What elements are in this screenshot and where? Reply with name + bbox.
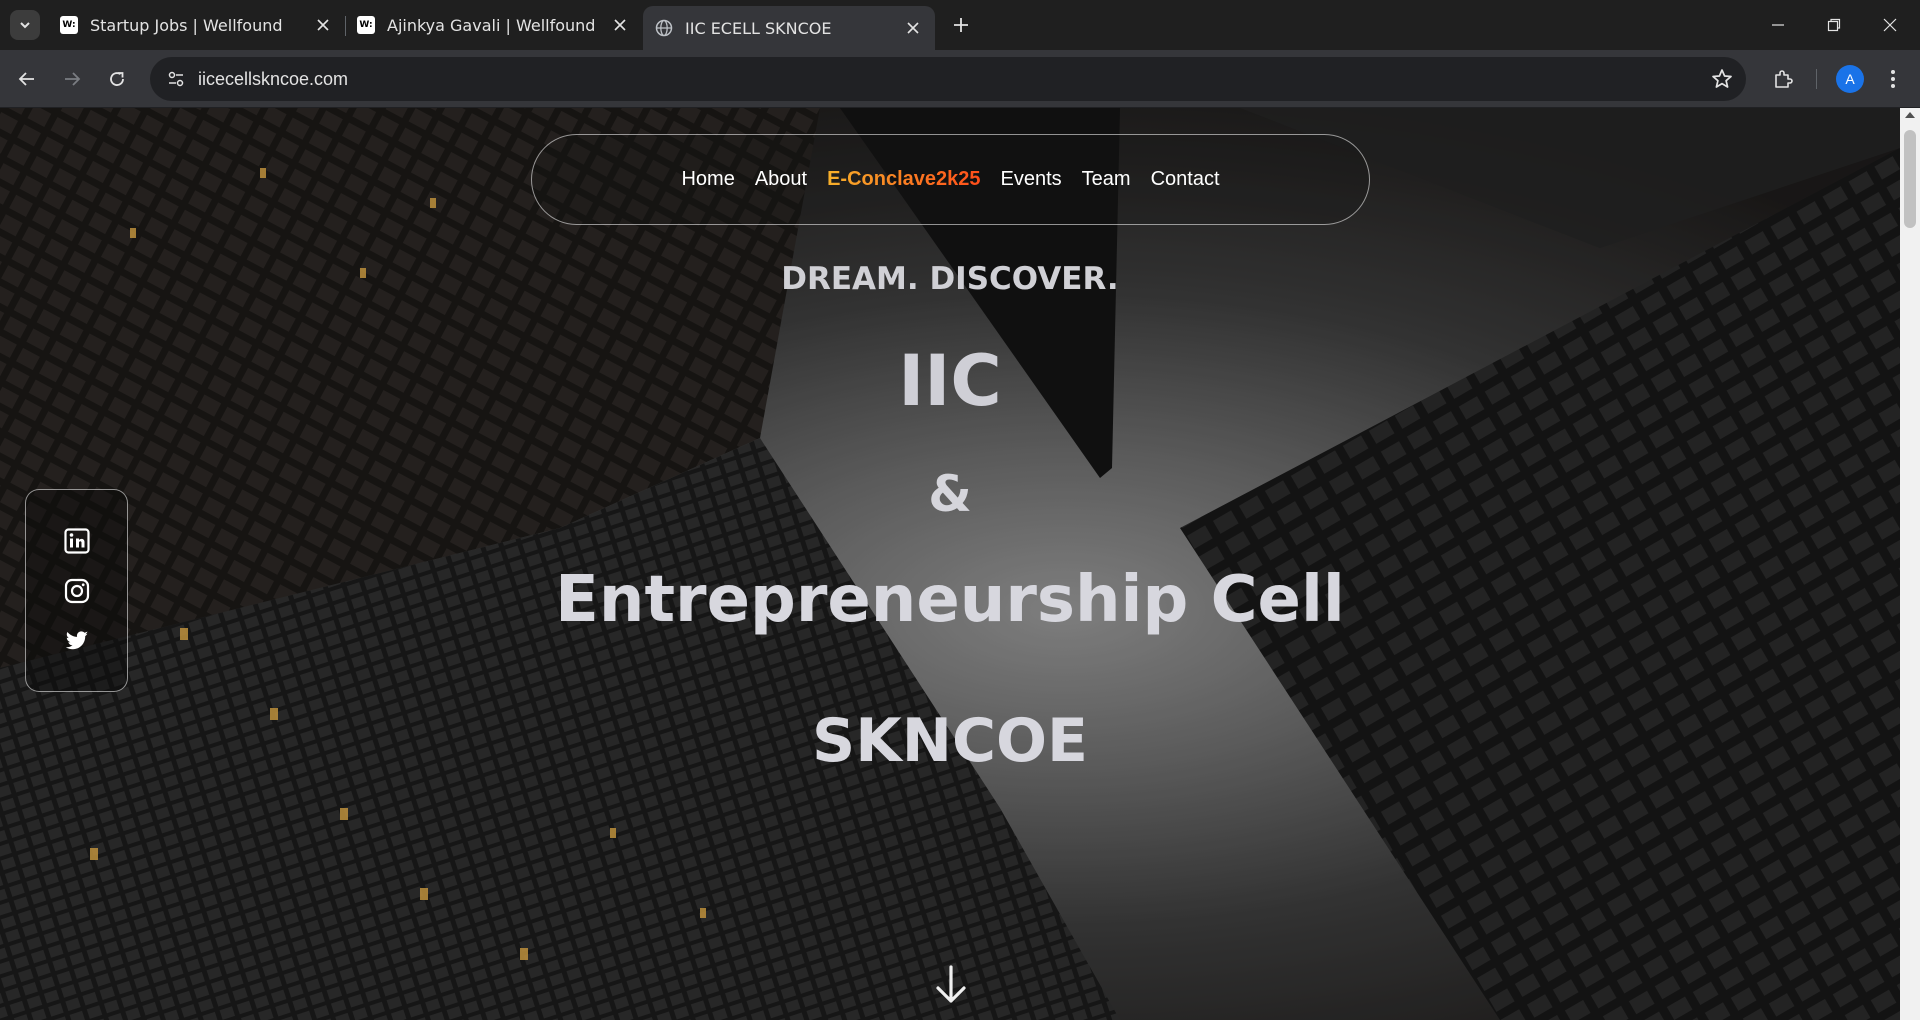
site-info-button[interactable] — [154, 57, 198, 101]
extensions-button[interactable] — [1766, 62, 1800, 96]
hero-title-ampersand: & — [928, 465, 972, 523]
arrow-right-icon — [65, 72, 81, 86]
forward-button[interactable] — [55, 62, 89, 96]
close-icon[interactable] — [313, 15, 333, 35]
nav-link-about[interactable]: About — [755, 168, 807, 191]
social-links-panel — [25, 489, 128, 692]
plus-icon — [954, 18, 968, 32]
main-navigation: Home About E-Conclave2k25 Events Team Co… — [531, 134, 1370, 225]
hero-section: Home About E-Conclave2k25 Events Team Co… — [0, 108, 1900, 1020]
close-icon[interactable] — [903, 18, 923, 38]
arrow-left-icon — [18, 72, 34, 86]
more-vertical-icon — [1891, 70, 1895, 88]
hero-title-iic: IIC — [898, 340, 1002, 422]
scroll-down-arrow-icon[interactable] — [933, 963, 969, 1007]
toolbar-divider — [1816, 69, 1817, 89]
close-icon — [1883, 18, 1897, 32]
minimize-icon — [1772, 24, 1784, 26]
linkedin-icon[interactable] — [64, 528, 90, 554]
tab-title: Ajinkya Gavali | Wellfound — [387, 15, 596, 35]
bookmark-star-icon[interactable] — [1710, 67, 1734, 91]
twitter-icon[interactable] — [64, 628, 90, 654]
window-close-button[interactable] — [1862, 0, 1918, 50]
scrollbar-thumb[interactable] — [1904, 130, 1916, 228]
hero-title-entrepreneurship-cell: Entrepreneurship Cell — [555, 563, 1345, 637]
scroll-up-arrow-icon[interactable] — [1905, 112, 1915, 118]
browser-menu-button[interactable] — [1876, 62, 1910, 96]
tab-title: IIC ECELL SKNCOE — [685, 18, 832, 38]
globe-icon — [655, 19, 673, 37]
minimize-button[interactable] — [1750, 0, 1806, 50]
nav-link-home[interactable]: Home — [681, 168, 734, 191]
page-viewport: Home About E-Conclave2k25 Events Team Co… — [0, 108, 1920, 1020]
tab-title: Startup Jobs | Wellfound — [90, 15, 283, 35]
back-button[interactable] — [10, 62, 44, 96]
tab-ajinkya-gavali[interactable]: W: Ajinkya Gavali | Wellfound — [345, 6, 642, 44]
instagram-icon[interactable] — [64, 578, 90, 604]
hero-title-skncoe: SKNCOE — [812, 706, 1088, 776]
nav-link-team[interactable]: Team — [1082, 168, 1131, 191]
restore-button[interactable] — [1806, 0, 1862, 50]
new-tab-button[interactable] — [946, 10, 976, 40]
nav-link-contact[interactable]: Contact — [1151, 168, 1220, 191]
puzzle-icon — [1775, 70, 1793, 88]
url-text: iicecellskncoe.com — [198, 68, 349, 89]
wellfound-favicon-icon: W: — [60, 16, 78, 34]
browser-toolbar: iicecellskncoe.com A — [0, 50, 1920, 108]
hero-tagline: DREAM. DISCOVER. — [781, 261, 1119, 297]
wellfound-favicon-icon: W: — [357, 16, 375, 34]
profile-avatar[interactable]: A — [1836, 65, 1864, 93]
reload-icon — [110, 72, 124, 86]
tab-search-button[interactable] — [10, 10, 40, 40]
tab-strip: W: Startup Jobs | Wellfound W: Ajinkya G… — [0, 0, 1920, 50]
close-icon[interactable] — [610, 15, 630, 35]
tab-startup-jobs[interactable]: W: Startup Jobs | Wellfound — [48, 6, 345, 44]
tune-icon — [168, 71, 184, 87]
restore-icon — [1827, 18, 1841, 32]
reload-button[interactable] — [100, 62, 134, 96]
nav-link-e-conclave[interactable]: E-Conclave2k25 — [827, 168, 980, 191]
address-bar[interactable]: iicecellskncoe.com — [150, 57, 1746, 101]
tab-iic-ecell[interactable]: IIC ECELL SKNCOE — [643, 6, 935, 50]
nav-link-events[interactable]: Events — [1001, 168, 1062, 191]
chevron-down-icon — [20, 22, 30, 29]
page-scrollbar[interactable] — [1900, 108, 1920, 1020]
